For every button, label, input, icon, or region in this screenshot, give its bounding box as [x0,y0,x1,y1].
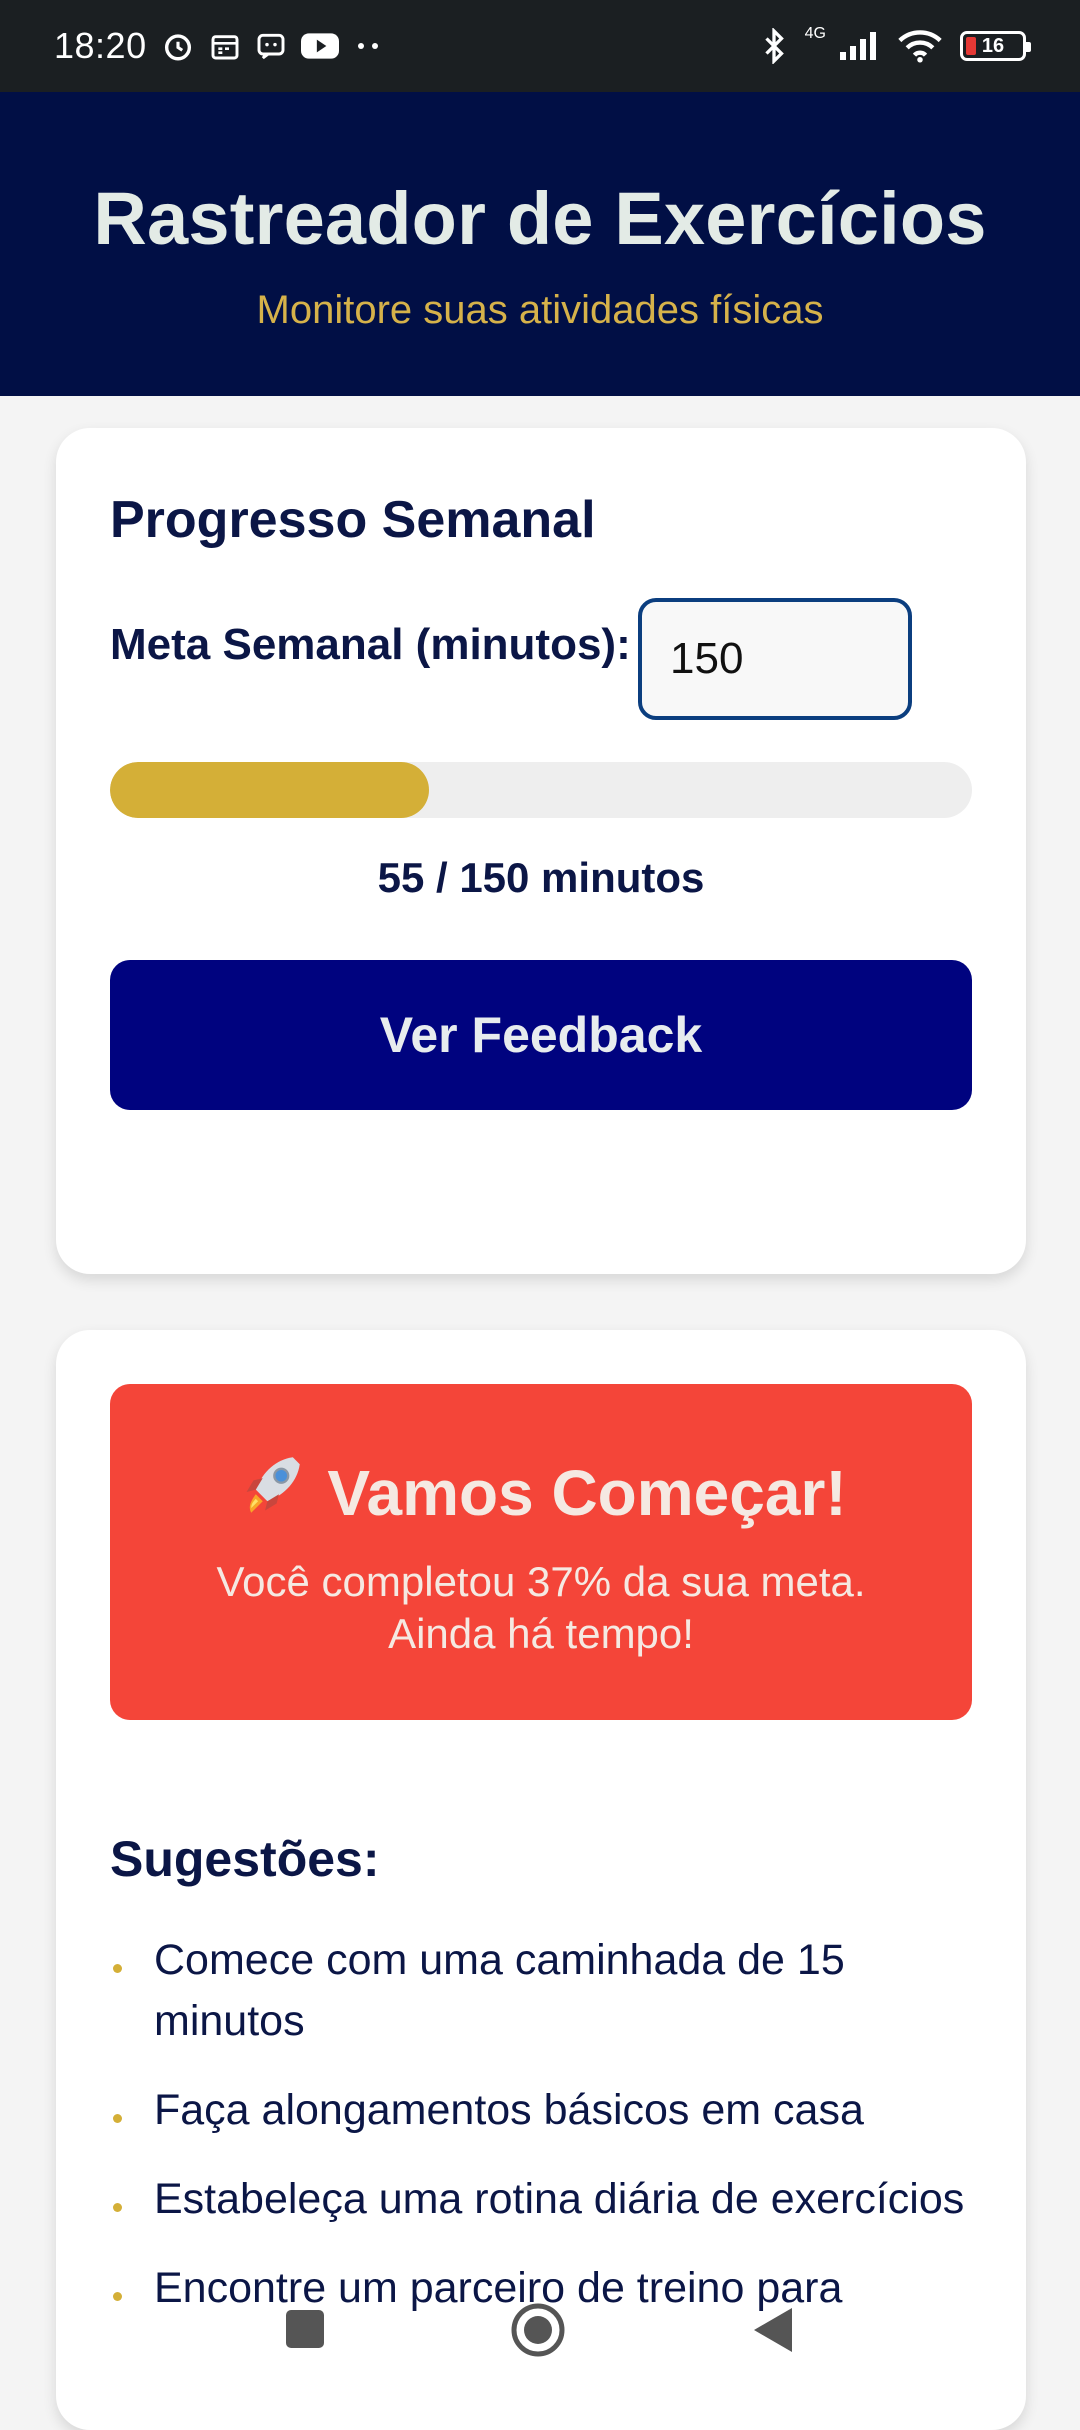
status-left: 18:20 [54,25,383,67]
rocket-icon [235,1448,309,1537]
section-title: Progresso Semanal [110,491,596,549]
feedback-card: Vamos Começar! Você completou 37% da sua… [56,1330,1026,2430]
wifi-icon [898,29,942,63]
status-bar: 18:20 4G 16 [0,0,1080,92]
feedback-alert: Vamos Começar! Você completou 37% da sua… [110,1384,972,1720]
recent-apps-icon[interactable] [284,2308,326,2350]
more-dots-icon [353,40,383,52]
progress-bar [110,762,972,818]
feedback-title: Vamos Começar! [110,1448,972,1537]
status-right: 4G 16 [761,25,1031,64]
progress-text: 55 / 150 minutos [377,854,705,901]
bluetooth-icon [761,28,787,64]
battery-icon: 16 [960,31,1031,61]
page-subtitle: Monitore suas atividades físicas [256,288,824,332]
alarm-icon [161,29,195,63]
weekly-goal-label: Meta Semanal (minutos): [110,620,631,669]
progress-bar-fill [110,762,429,818]
weekly-progress-card: Progresso Semanal Meta Semanal (minutos)… [56,428,1026,1274]
view-feedback-button[interactable]: Ver Feedback [110,960,972,1110]
page-title: Rastreador de Exercícios [93,177,987,260]
message-icon [255,30,287,62]
list-item: Comece com uma caminhada de 15 minutos [110,1930,972,2052]
feedback-message: Você completou 37% da sua meta. Ainda há… [216,1558,866,1657]
feedback-title-text: Vamos Começar! [327,1456,847,1529]
network-type: 4G [804,25,826,42]
signal-icon [838,30,880,62]
youtube-icon [300,31,339,61]
status-time: 18:20 [54,25,147,66]
back-icon[interactable] [752,2306,794,2354]
home-icon[interactable] [510,2302,566,2358]
calendar-icon [209,30,241,62]
suggestions-title: Sugestões: [110,1831,380,1887]
weekly-goal-input[interactable] [638,598,912,720]
list-item: Estabeleça uma rotina diária de exercíci… [110,2169,972,2230]
app-header: Rastreador de Exercícios Monitore suas a… [0,92,1080,396]
system-nav-bar [0,2280,1080,2380]
list-item: Faça alongamentos básicos em casa [110,2080,972,2141]
battery-level: 16 [981,34,1005,57]
